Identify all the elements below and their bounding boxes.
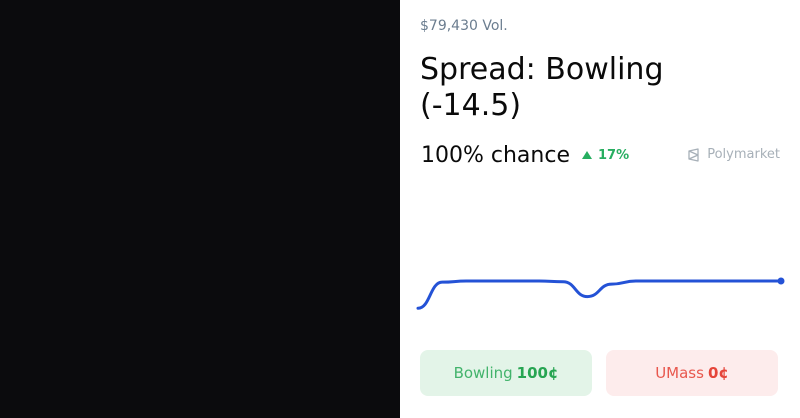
chance-row: 100% chance 17% bbox=[421, 141, 629, 169]
no-label: UMass bbox=[655, 364, 704, 382]
volume-label: $79,430 Vol. bbox=[420, 18, 508, 34]
yes-label: Bowling bbox=[453, 364, 513, 382]
no-price: 0¢ bbox=[707, 364, 729, 382]
market-card[interactable]: $79,430 Vol. Spread: Bowling (-14.5) 100… bbox=[400, 0, 800, 418]
chart-end-point bbox=[777, 277, 785, 285]
buy-yes-button[interactable]: Bowling 100¢ bbox=[420, 350, 592, 396]
change-indicator: 17% bbox=[581, 147, 630, 163]
buy-no-button[interactable]: UMass 0¢ bbox=[606, 350, 778, 396]
yes-price: 100¢ bbox=[516, 364, 559, 382]
brand-name: Polymarket bbox=[707, 147, 780, 162]
polymarket-brand[interactable]: Polymarket bbox=[687, 147, 780, 162]
arrow-up-icon bbox=[581, 151, 592, 159]
market-title[interactable]: Spread: Bowling (-14.5) bbox=[420, 52, 750, 124]
chance-value: 100% chance bbox=[421, 142, 570, 168]
left-panel bbox=[0, 0, 400, 418]
change-value: 17% bbox=[597, 147, 630, 163]
polymarket-logo-icon bbox=[688, 147, 699, 162]
chart-series-line bbox=[416, 279, 783, 310]
price-chart bbox=[416, 277, 785, 310]
